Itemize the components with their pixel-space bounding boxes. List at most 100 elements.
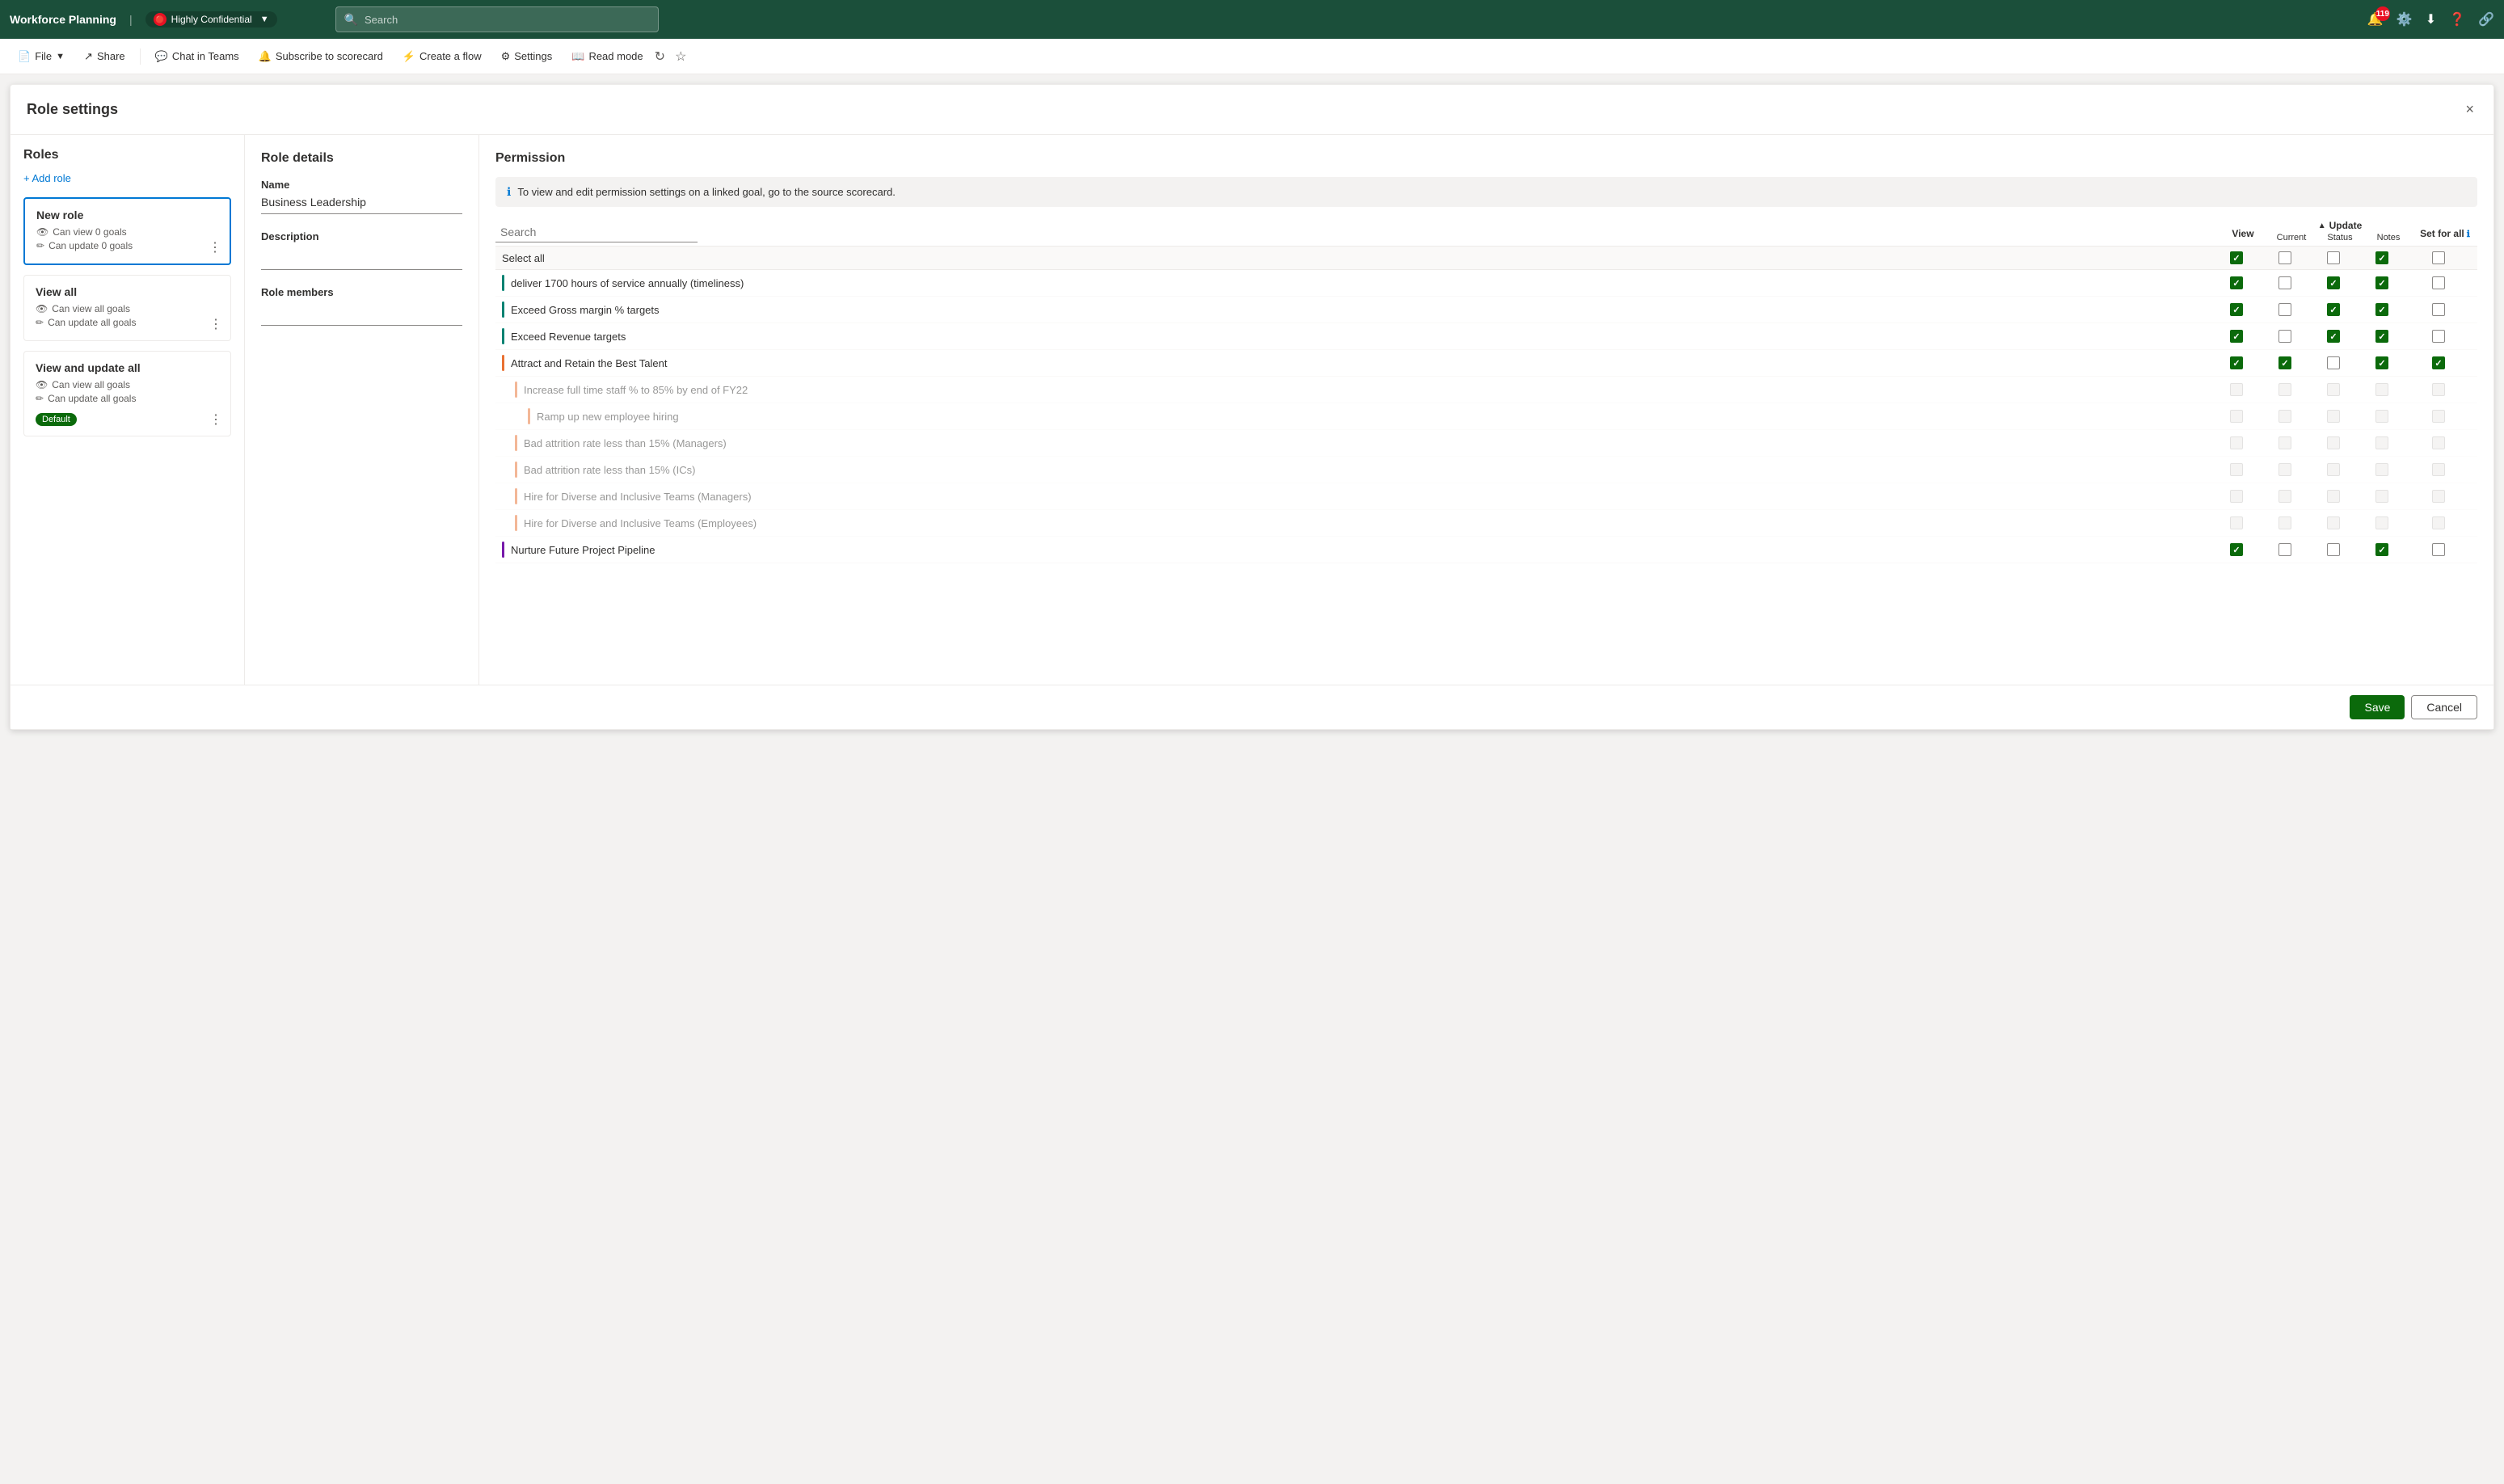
subscribe-button[interactable]: 🔔 Subscribe to scorecard xyxy=(251,47,391,66)
set-for-all-info-icon: ℹ xyxy=(2467,229,2470,239)
goal-set-checkbox-3[interactable] xyxy=(2432,356,2445,369)
goal-current-checkbox-7 xyxy=(2278,463,2291,476)
goal-view-checkbox-1[interactable] xyxy=(2230,303,2243,316)
goal-view-col-3[interactable] xyxy=(2212,356,2261,369)
goal-status-col-2[interactable] xyxy=(2309,330,2358,343)
goal-set-col-10[interactable] xyxy=(2406,543,2471,556)
goal-current-checkbox-0[interactable] xyxy=(2278,276,2291,289)
add-role-button[interactable]: + Add role xyxy=(23,172,71,184)
goal-name-col-7: Bad attrition rate less than 15% (ICs) xyxy=(502,462,2212,478)
role-card-0[interactable]: New role 👁 Can view 0 goals ✏ Can update… xyxy=(23,197,231,265)
goal-status-col-1[interactable] xyxy=(2309,303,2358,316)
read-mode-button[interactable]: 📖 Read mode xyxy=(563,47,651,66)
goal-notes-checkbox-1[interactable] xyxy=(2375,303,2388,316)
goal-view-checkbox-10[interactable] xyxy=(2230,543,2243,556)
goal-current-col-1[interactable] xyxy=(2261,303,2309,316)
refresh-icon[interactable]: ↻ xyxy=(655,48,665,65)
select-all-current-check[interactable] xyxy=(2261,251,2309,264)
name-field-label: Name xyxy=(261,179,462,191)
goal-set-checkbox-1[interactable] xyxy=(2432,303,2445,316)
search-bar[interactable]: 🔍 xyxy=(335,6,659,32)
goal-set-checkbox-0[interactable] xyxy=(2432,276,2445,289)
goal-current-col-10[interactable] xyxy=(2261,543,2309,556)
goal-view-checkbox-0[interactable] xyxy=(2230,276,2243,289)
goal-notes-checkbox-3[interactable] xyxy=(2375,356,2388,369)
share-button[interactable]: ↗ Share xyxy=(76,47,133,66)
goal-status-checkbox-0[interactable] xyxy=(2327,276,2340,289)
goal-current-checkbox-10[interactable] xyxy=(2278,543,2291,556)
role-card-2[interactable]: View and update all 👁 Can view all goals… xyxy=(23,351,231,436)
goal-status-col-10[interactable] xyxy=(2309,543,2358,556)
file-icon: 📄 xyxy=(18,50,31,63)
select-all-status-checkbox[interactable] xyxy=(2327,251,2340,264)
search-input[interactable] xyxy=(365,14,650,26)
name-field-value[interactable]: Business Leadership xyxy=(261,196,462,214)
star-icon[interactable]: ☆ xyxy=(675,48,686,65)
goal-current-col-3[interactable] xyxy=(2261,356,2309,369)
goal-current-checkbox-1[interactable] xyxy=(2278,303,2291,316)
goal-set-col-0[interactable] xyxy=(2406,276,2471,289)
goal-name-6: Bad attrition rate less than 15% (Manage… xyxy=(524,437,727,449)
goal-notes-checkbox-0[interactable] xyxy=(2375,276,2388,289)
settings-button[interactable]: ⚙ Settings xyxy=(493,47,561,66)
goal-status-checkbox-1[interactable] xyxy=(2327,303,2340,316)
select-all-current-checkbox[interactable] xyxy=(2278,251,2291,264)
role-card-more-button-0[interactable]: ⋮ xyxy=(209,239,221,255)
chat-label: Chat in Teams xyxy=(172,50,239,62)
create-flow-button[interactable]: ⚡ Create a flow xyxy=(394,47,490,66)
save-button[interactable]: Save xyxy=(2350,695,2405,719)
goal-status-col-3[interactable] xyxy=(2309,356,2358,369)
goal-notes-col-0[interactable] xyxy=(2358,276,2406,289)
goal-notes-col-10[interactable] xyxy=(2358,543,2406,556)
goal-status-checkbox-3[interactable] xyxy=(2327,356,2340,369)
permission-search-input[interactable] xyxy=(495,222,698,242)
goal-view-checkbox-2[interactable] xyxy=(2230,330,2243,343)
goal-current-col-2[interactable] xyxy=(2261,330,2309,343)
goal-set-col-1[interactable] xyxy=(2406,303,2471,316)
role-card-more-button-2[interactable]: ⋮ xyxy=(209,411,222,428)
select-all-notes-checkbox[interactable] xyxy=(2375,251,2388,264)
download-icon[interactable]: ⬇ xyxy=(2426,11,2436,27)
select-all-set-checkbox[interactable] xyxy=(2432,251,2445,264)
goal-view-col-0[interactable] xyxy=(2212,276,2261,289)
goal-notes-col-3[interactable] xyxy=(2358,356,2406,369)
apps-icon[interactable]: 🔗 xyxy=(2478,11,2494,27)
notification-icon[interactable]: 🔔 119 xyxy=(2367,11,2384,27)
select-all-notes-check[interactable] xyxy=(2358,251,2406,264)
goal-set-checkbox-2[interactable] xyxy=(2432,330,2445,343)
goal-set-checkbox-10[interactable] xyxy=(2432,543,2445,556)
close-button[interactable]: × xyxy=(2462,98,2477,121)
description-field-value[interactable] xyxy=(261,247,462,270)
help-icon[interactable]: ❓ xyxy=(2449,11,2465,27)
subscribe-label: Subscribe to scorecard xyxy=(276,50,383,62)
select-all-set-check[interactable] xyxy=(2406,251,2471,264)
view-column-header: View xyxy=(2219,228,2267,242)
goal-view-col-2[interactable] xyxy=(2212,330,2261,343)
goal-status-col-0[interactable] xyxy=(2309,276,2358,289)
goal-set-col-2[interactable] xyxy=(2406,330,2471,343)
goal-set-col-3[interactable] xyxy=(2406,356,2471,369)
goal-current-checkbox-2[interactable] xyxy=(2278,330,2291,343)
chat-in-teams-button[interactable]: 💬 Chat in Teams xyxy=(147,47,247,66)
goal-view-checkbox-3[interactable] xyxy=(2230,356,2243,369)
select-all-status-check[interactable] xyxy=(2309,251,2358,264)
goal-notes-col-1[interactable] xyxy=(2358,303,2406,316)
file-button[interactable]: 📄 File ▼ xyxy=(10,47,73,66)
members-field-value[interactable] xyxy=(261,303,462,326)
goal-current-checkbox-3[interactable] xyxy=(2278,356,2291,369)
role-card-1[interactable]: View all 👁 Can view all goals ✏ Can upda… xyxy=(23,275,231,341)
goal-view-col-1[interactable] xyxy=(2212,303,2261,316)
goal-current-col-0[interactable] xyxy=(2261,276,2309,289)
select-all-view-checkbox[interactable] xyxy=(2230,251,2243,264)
select-all-view-check[interactable] xyxy=(2212,251,2261,264)
goal-status-checkbox-10[interactable] xyxy=(2327,543,2340,556)
goal-status-checkbox-2[interactable] xyxy=(2327,330,2340,343)
role-card-more-button-1[interactable]: ⋮ xyxy=(209,316,222,332)
goal-notes-checkbox-2[interactable] xyxy=(2375,330,2388,343)
settings-icon[interactable]: ⚙️ xyxy=(2397,11,2413,27)
cancel-button[interactable]: Cancel xyxy=(2411,695,2477,719)
goal-notes-col-2[interactable] xyxy=(2358,330,2406,343)
chevron-down-icon[interactable]: ▼ xyxy=(260,15,269,24)
goal-view-col-10[interactable] xyxy=(2212,543,2261,556)
goal-notes-checkbox-10[interactable] xyxy=(2375,543,2388,556)
